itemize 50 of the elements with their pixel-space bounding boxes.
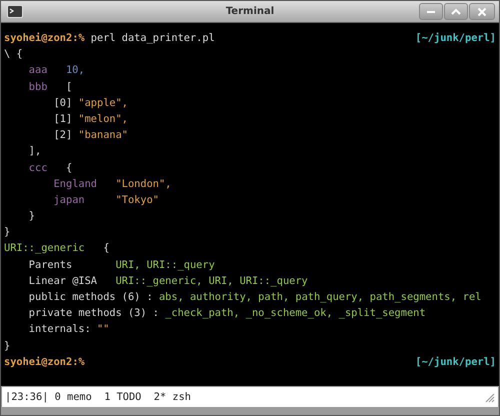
output-text: [2] [54, 128, 72, 144]
field-label: Linear @ISA [28, 274, 97, 287]
output-text: \ [4, 47, 10, 62]
command-text: perl data_printer.pl [90, 31, 215, 46]
class-name: URI::_generic, URI, URI::_query [116, 274, 308, 289]
string-value: "apple", [78, 96, 128, 111]
output-text: private methods (3) : [28, 306, 159, 322]
class-name: URI, URI::_query [116, 258, 215, 273]
string-value: "London", [116, 176, 172, 192]
string-value: "melon", [78, 112, 128, 127]
output-text: } [28, 209, 35, 224]
hash-key: aaa [28, 64, 48, 76]
hash-key: japan [54, 194, 85, 206]
string-value: "banana" [78, 128, 128, 144]
output-text: internals: [28, 322, 91, 338]
prompt-text: syohei@zon2:% [4, 354, 85, 370]
output-text: { [103, 241, 110, 256]
output-text: ], [28, 144, 42, 160]
output-text: } [4, 225, 10, 240]
hash-key: bbb [28, 80, 48, 93]
screen-window-label: 2* zsh [154, 391, 191, 403]
hash-key: ccc [28, 162, 48, 174]
hash-key: England [54, 178, 97, 190]
class-name: _check_path, _no_scheme_ok, _split_segment [165, 306, 426, 322]
output-text: } [4, 338, 10, 354]
string-value: "" [96, 322, 110, 338]
screen-window-label: 1 TODO [104, 391, 142, 403]
minimize-button[interactable] [419, 3, 443, 20]
terminal-icon [7, 5, 23, 18]
class-name: abs, authority, path, path_query, path_segments, rel [158, 290, 482, 305]
screen-window-label: 0 memo [54, 391, 92, 403]
output-text: public methods (6) : [28, 290, 153, 305]
output-text: [0] [54, 96, 72, 111]
class-name: URI::_generic [4, 242, 85, 254]
output-text: [ [66, 80, 72, 95]
prompt-text: syohei@zon2:% [4, 31, 85, 46]
output-text: [1] [54, 112, 72, 127]
field-label: Parents [28, 258, 72, 271]
number-value: 10, [66, 63, 85, 78]
close-icon [476, 6, 488, 18]
path-text: [~/junk/perl] [415, 354, 496, 370]
maximize-button[interactable] [444, 3, 468, 20]
output-text: { [66, 160, 72, 176]
path-text: [~/junk/perl] [415, 31, 496, 46]
string-value: "Tokyo" [116, 192, 159, 208]
status-clock: |23:36| [5, 391, 48, 403]
close-button[interactable] [469, 3, 495, 20]
window-title: Terminal [224, 6, 276, 17]
output-text: { [16, 47, 23, 62]
resize-grip-icon[interactable] [483, 391, 495, 403]
